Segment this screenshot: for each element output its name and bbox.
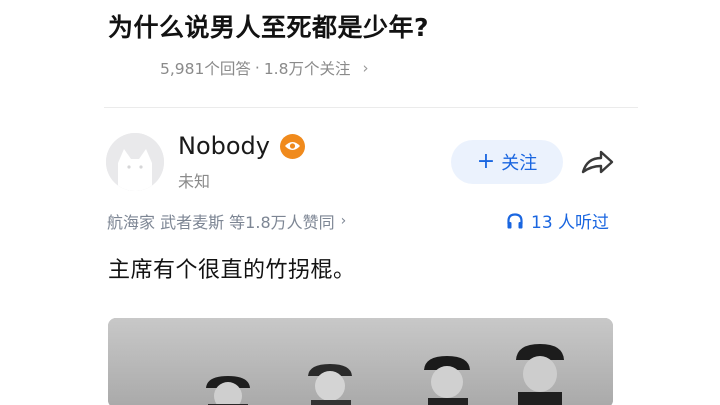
- chevron-right-icon: ›: [340, 213, 347, 229]
- cat-avatar-icon: [106, 133, 164, 191]
- follow-button[interactable]: + 关注: [451, 140, 563, 184]
- answers-count: 5,981个回答: [160, 60, 251, 78]
- chevron-right-icon: ›: [362, 59, 369, 77]
- likers-text: 航海家 武者麦斯 等1.8万人赞同: [107, 213, 335, 232]
- author-subtitle: 未知: [178, 172, 211, 191]
- eye-badge-icon: [280, 133, 305, 159]
- question-title[interactable]: 为什么说男人至死都是少年?: [108, 8, 429, 44]
- followers-count: 1.8万个关注: [263, 60, 351, 78]
- answer-photo[interactable]: [108, 318, 613, 405]
- answer-page: 为什么说男人至死都是少年? 5,981个回答 · 1.8万个关注 › Nobod…: [0, 0, 720, 405]
- author-name[interactable]: Nobody: [178, 132, 305, 160]
- share-icon[interactable]: [579, 146, 615, 178]
- plus-icon: +: [476, 149, 496, 174]
- listen-count[interactable]: 13 人听过: [506, 208, 609, 233]
- likers-summary[interactable]: 航海家 武者麦斯 等1.8万人赞同 ›: [107, 209, 346, 233]
- listen-text: 13 人听过: [531, 213, 610, 233]
- question-stats[interactable]: 5,981个回答 · 1.8万个关注 ›: [160, 57, 368, 79]
- divider: [104, 107, 638, 108]
- author-name-text: Nobody: [178, 132, 270, 160]
- meta-separator: ·: [254, 59, 260, 77]
- headphones-icon: [507, 212, 523, 228]
- avatar[interactable]: [106, 133, 164, 191]
- answer-text[interactable]: 主席有个很直的竹拐棍。: [108, 252, 356, 284]
- follow-label: 关注: [501, 153, 538, 174]
